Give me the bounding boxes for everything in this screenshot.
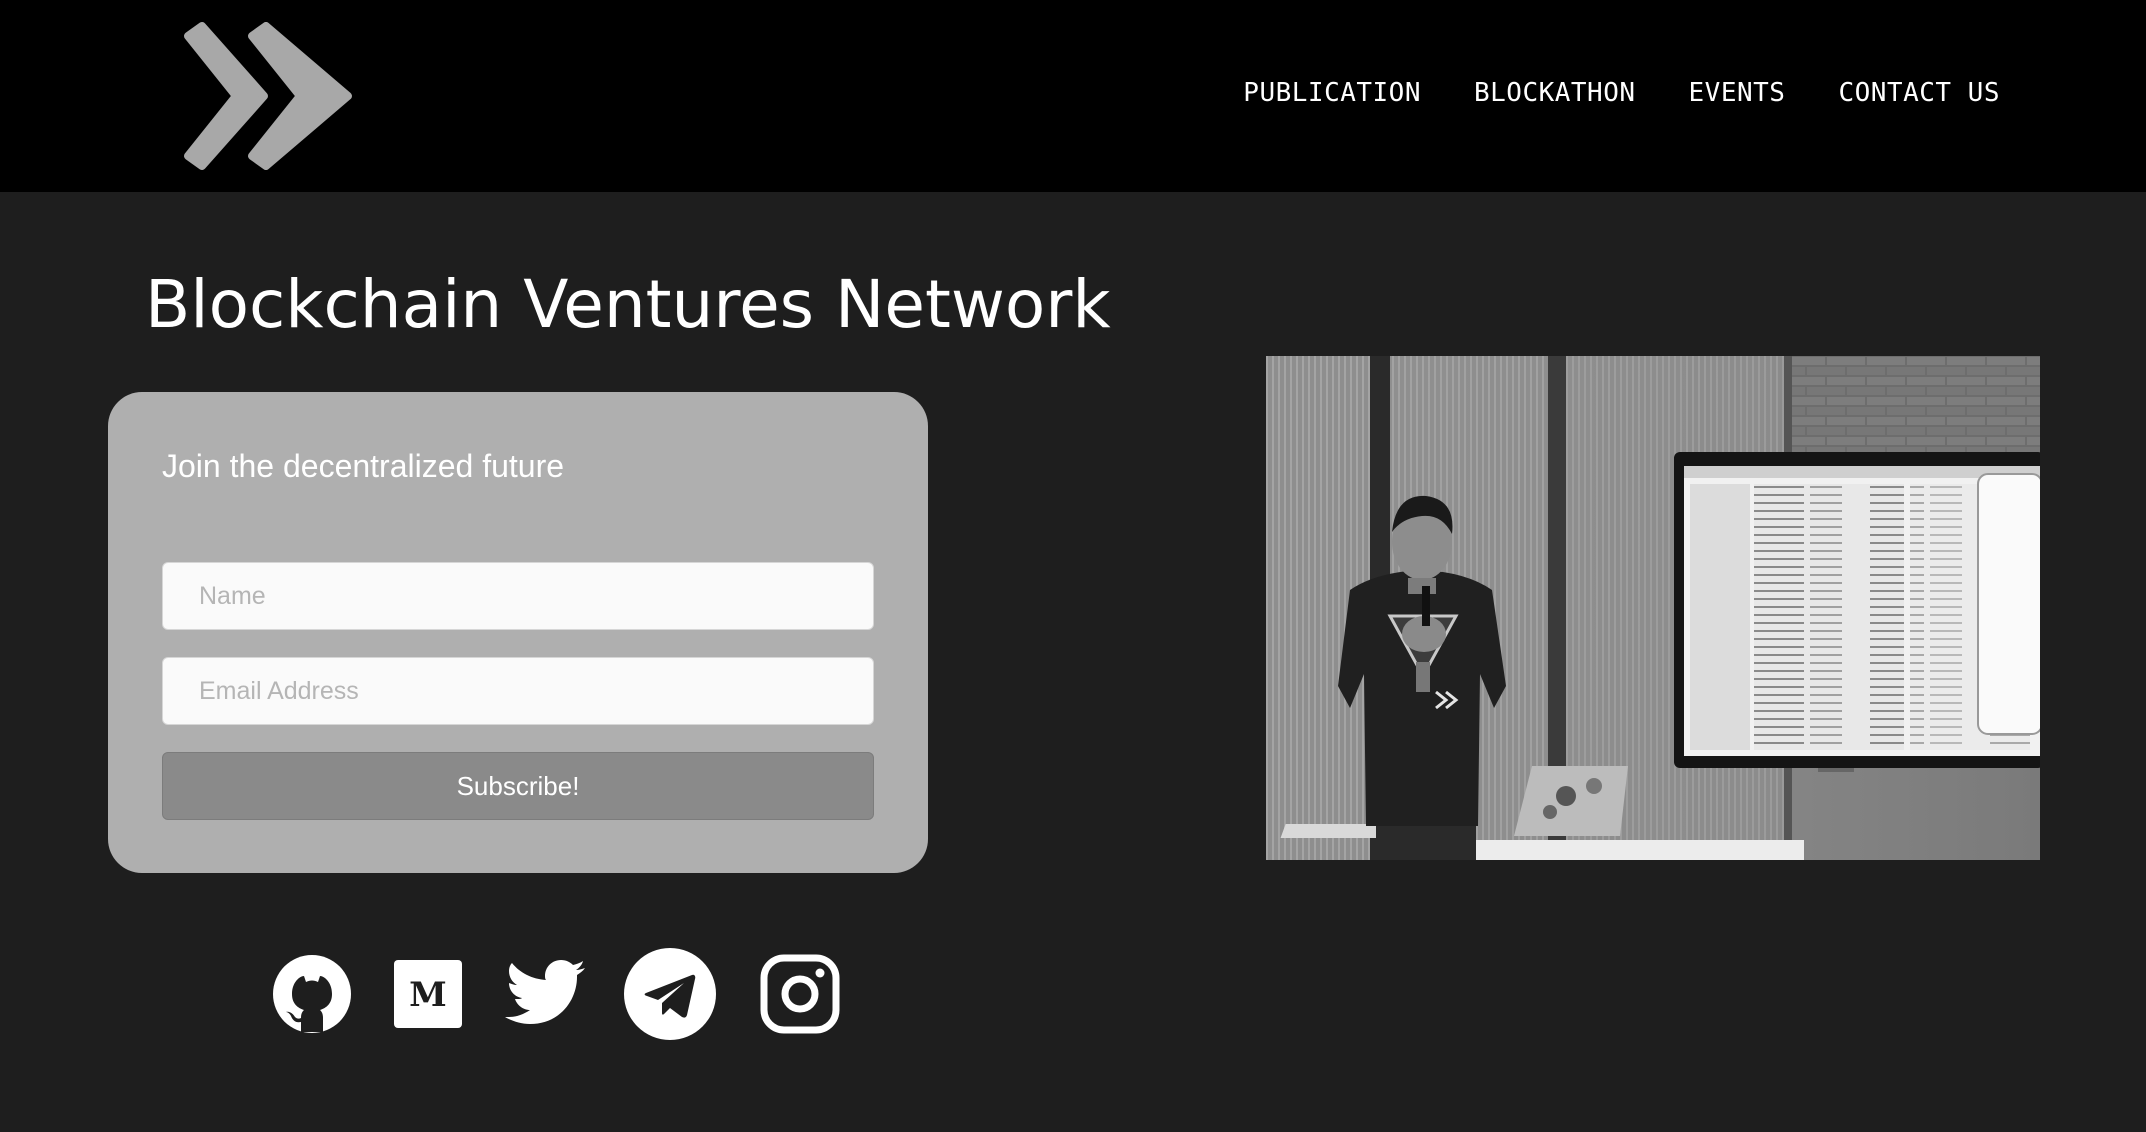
main-nav: PUBLICATION BLOCKATHON EVENTS CONTACT US — [1243, 78, 2000, 108]
telegram-link[interactable] — [624, 948, 716, 1040]
site-logo[interactable] — [180, 22, 356, 170]
signup-heading: Join the decentralized future — [162, 448, 565, 484]
github-link[interactable] — [266, 948, 358, 1040]
svg-text:M: M — [409, 975, 447, 1015]
nav-contact-us[interactable]: CONTACT US — [1838, 78, 2000, 108]
medium-icon: M — [394, 960, 462, 1028]
telegram-icon — [624, 948, 716, 1040]
page-title: Blockchain Ventures Network — [145, 266, 1111, 343]
email-field[interactable] — [162, 657, 874, 725]
instagram-link[interactable] — [754, 948, 846, 1040]
subscribe-button[interactable]: Subscribe! — [162, 752, 874, 820]
signup-card: Join the decentralized future Subscribe! — [108, 392, 928, 873]
twitter-link[interactable] — [500, 948, 592, 1040]
twitter-icon — [505, 960, 585, 1024]
github-icon — [273, 955, 351, 1033]
nav-blockathon[interactable]: BLOCKATHON — [1474, 78, 1636, 108]
nav-events[interactable]: EVENTS — [1689, 78, 1786, 108]
site-header: PUBLICATION BLOCKATHON EVENTS CONTACT US — [0, 0, 2146, 192]
name-field[interactable] — [162, 562, 874, 630]
instagram-icon — [760, 954, 840, 1034]
nav-publication[interactable]: PUBLICATION — [1243, 78, 1421, 108]
event-photo — [1266, 356, 2040, 860]
double-chevron-right-icon — [184, 22, 352, 170]
medium-link[interactable]: M — [382, 948, 474, 1040]
